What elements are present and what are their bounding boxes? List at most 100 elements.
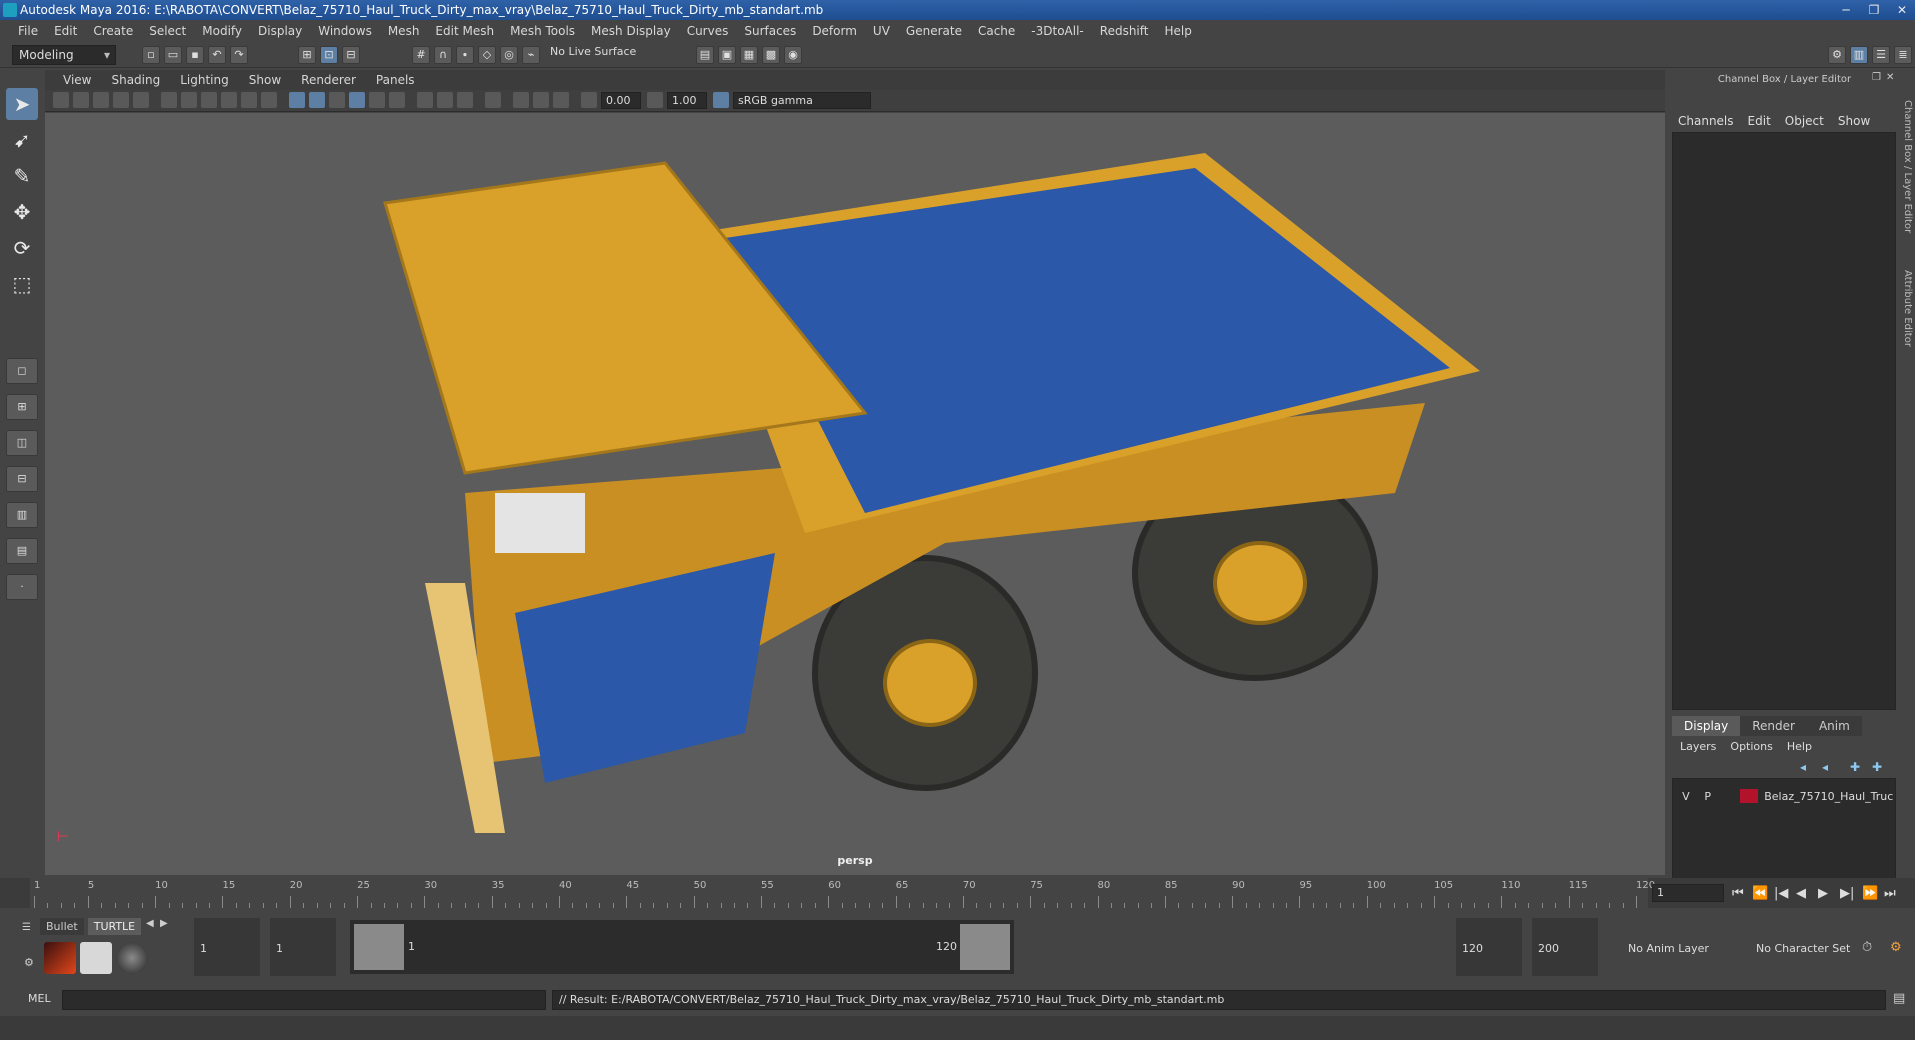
menu-redshift[interactable]: Redshift <box>1092 24 1157 38</box>
menu-cache[interactable]: Cache <box>970 24 1023 38</box>
menu-surfaces[interactable]: Surfaces <box>736 24 804 38</box>
shelf-scroll-left-icon[interactable]: ◀ <box>146 918 154 929</box>
mode-selector[interactable]: Modeling <box>12 45 116 65</box>
select-component-icon[interactable]: ⊟ <box>342 46 360 64</box>
tab-render[interactable]: Render <box>1740 716 1807 736</box>
command-input[interactable] <box>62 990 546 1010</box>
close-panel-icon[interactable]: ✕ <box>1886 72 1894 83</box>
menu-generate[interactable]: Generate <box>898 24 970 38</box>
current-frame-field[interactable]: 1 <box>1652 884 1724 902</box>
script-editor-icon[interactable]: ▤ <box>1893 991 1905 1006</box>
channel-box-list[interactable] <box>1672 132 1896 710</box>
redo-icon[interactable]: ↷ <box>230 46 248 64</box>
range-start-handle[interactable] <box>354 924 404 970</box>
use-all-lights-icon[interactable] <box>369 92 385 108</box>
layer-help-menu[interactable]: Help <box>1787 740 1812 753</box>
select-hierarchy-icon[interactable]: ⊞ <box>298 46 316 64</box>
animation-preferences-icon[interactable]: ⚙ <box>1890 940 1902 955</box>
layer-name[interactable]: Belaz_75710_Haul_Truck_ <box>1764 790 1893 803</box>
gamma-icon[interactable] <box>647 92 663 108</box>
new-layer-selected-icon[interactable]: ✚ <box>1850 760 1860 774</box>
layer-visibility-toggle[interactable]: V <box>1675 790 1697 803</box>
grid-toggle-icon[interactable] <box>161 92 177 108</box>
channel-edit-menu[interactable]: Edit <box>1748 114 1771 128</box>
layers-menu[interactable]: Layers <box>1680 740 1716 753</box>
channel-object-menu[interactable]: Object <box>1785 114 1824 128</box>
image-plane-icon[interactable] <box>113 92 129 108</box>
play-forwards-button[interactable]: ▶ <box>1818 886 1828 901</box>
snap-point-icon[interactable]: ∙ <box>456 46 474 64</box>
minimize-button[interactable]: ─ <box>1837 0 1855 20</box>
time-ruler[interactable]: 1 5 10 15 20 25 30 35 40 45 50 55 60 65 70 75 80 85 90 95 10… <box>30 878 1655 908</box>
anti-aliasing-icon[interactable] <box>457 92 473 108</box>
menu-create[interactable]: Create <box>85 24 141 38</box>
render-view-icon[interactable]: ▣ <box>718 46 736 64</box>
options-menu[interactable]: Options <box>1730 740 1772 753</box>
menu-modify[interactable]: Modify <box>194 24 250 38</box>
perspective-viewport[interactable]: 75710 persp ⊢ <box>45 113 1665 875</box>
character-set-select[interactable]: No Character Set <box>1756 942 1850 955</box>
range-end-field[interactable]: 200 <box>1532 918 1598 976</box>
range-start-field[interactable]: 1 <box>194 918 260 976</box>
menu-deform[interactable]: Deform <box>804 24 865 38</box>
script-language-toggle[interactable]: MEL <box>28 992 51 1005</box>
new-layer-icon[interactable]: ✚ <box>1872 760 1882 774</box>
ipr-render-icon[interactable]: ▩ <box>762 46 780 64</box>
go-to-end-button[interactable]: ⏭ <box>1884 886 1896 901</box>
textured-icon[interactable] <box>349 92 365 108</box>
screen-space-ao-icon[interactable] <box>417 92 433 108</box>
step-back-key-button[interactable]: ⏪ <box>1752 886 1768 901</box>
rotate-tool-icon[interactable]: ⟳ <box>6 232 38 264</box>
playback-start-field[interactable]: 1 <box>270 918 336 976</box>
save-scene-icon[interactable]: ▪ <box>186 46 204 64</box>
channel-show-menu[interactable]: Show <box>1838 114 1870 128</box>
menu-mesh-tools[interactable]: Mesh Tools <box>502 24 583 38</box>
menu-uv[interactable]: UV <box>865 24 898 38</box>
range-end-handle[interactable] <box>960 924 1010 970</box>
snap-curve-icon[interactable]: ∩ <box>434 46 452 64</box>
channel-box-side-tab[interactable]: Channel Box / Layer Editor <box>1901 100 1913 250</box>
modeling-toolkit-icon[interactable]: ⚙ <box>1828 46 1846 64</box>
wireframe-icon[interactable] <box>289 92 305 108</box>
layer-move-up-icon[interactable]: ◂ <box>1800 760 1806 774</box>
panel-menu-view[interactable]: View <box>53 73 101 87</box>
wireframe-on-shaded-icon[interactable] <box>329 92 345 108</box>
panel-menu-shading[interactable]: Shading <box>101 73 170 87</box>
smooth-shade-icon[interactable] <box>309 92 325 108</box>
playback-end-field[interactable]: 120 <box>1456 918 1522 976</box>
layer-color-swatch[interactable] <box>1740 789 1759 803</box>
step-forward-frame-button[interactable]: ▶| <box>1840 886 1854 901</box>
menu-edit[interactable]: Edit <box>46 24 85 38</box>
menu-3dtoall[interactable]: -3DtoAll- <box>1023 24 1091 38</box>
paint-select-tool-icon[interactable]: ✎ <box>6 160 38 192</box>
play-backwards-button[interactable]: ◀ <box>1796 886 1806 901</box>
restore-button[interactable]: ❐ <box>1865 0 1883 20</box>
safe-action-icon[interactable] <box>261 92 277 108</box>
outliner-persp-layout-icon[interactable]: ▥ <box>6 502 38 528</box>
float-panel-icon[interactable]: ❐ <box>1872 72 1881 83</box>
shelf-settings-icon[interactable]: ⚙ <box>24 956 34 969</box>
view-transform-select[interactable]: sRGB gamma <box>733 92 871 109</box>
two-pane-side-layout-icon[interactable]: ◫ <box>6 430 38 456</box>
menu-windows[interactable]: Windows <box>310 24 380 38</box>
exposure-icon[interactable] <box>581 92 597 108</box>
color-management-icon[interactable] <box>713 92 729 108</box>
bookmark-icon[interactable] <box>93 92 109 108</box>
panel-menu-show[interactable]: Show <box>239 73 291 87</box>
four-view-layout-icon[interactable]: ⊞ <box>6 394 38 420</box>
gamma-field[interactable]: 1.00 <box>667 92 707 109</box>
select-tool-icon[interactable]: ➤ <box>6 88 38 120</box>
hypershade-icon[interactable]: ◉ <box>784 46 802 64</box>
tab-display[interactable]: Display <box>1672 716 1741 736</box>
layer-row[interactable]: V P Belaz_75710_Haul_Truck_ <box>1675 787 1893 805</box>
select-camera-icon[interactable] <box>53 92 69 108</box>
render-settings-icon[interactable]: ▤ <box>696 46 714 64</box>
snap-live-icon[interactable]: ⌁ <box>522 46 540 64</box>
tab-anim[interactable]: Anim <box>1806 716 1862 736</box>
exposure-field[interactable]: 0.00 <box>601 92 641 109</box>
motion-blur-icon[interactable] <box>437 92 453 108</box>
menu-mesh[interactable]: Mesh <box>380 24 428 38</box>
live-surface-label[interactable]: No Live Surface <box>550 45 636 58</box>
menu-help[interactable]: Help <box>1156 24 1199 38</box>
panel-menu-panels[interactable]: Panels <box>366 73 425 87</box>
